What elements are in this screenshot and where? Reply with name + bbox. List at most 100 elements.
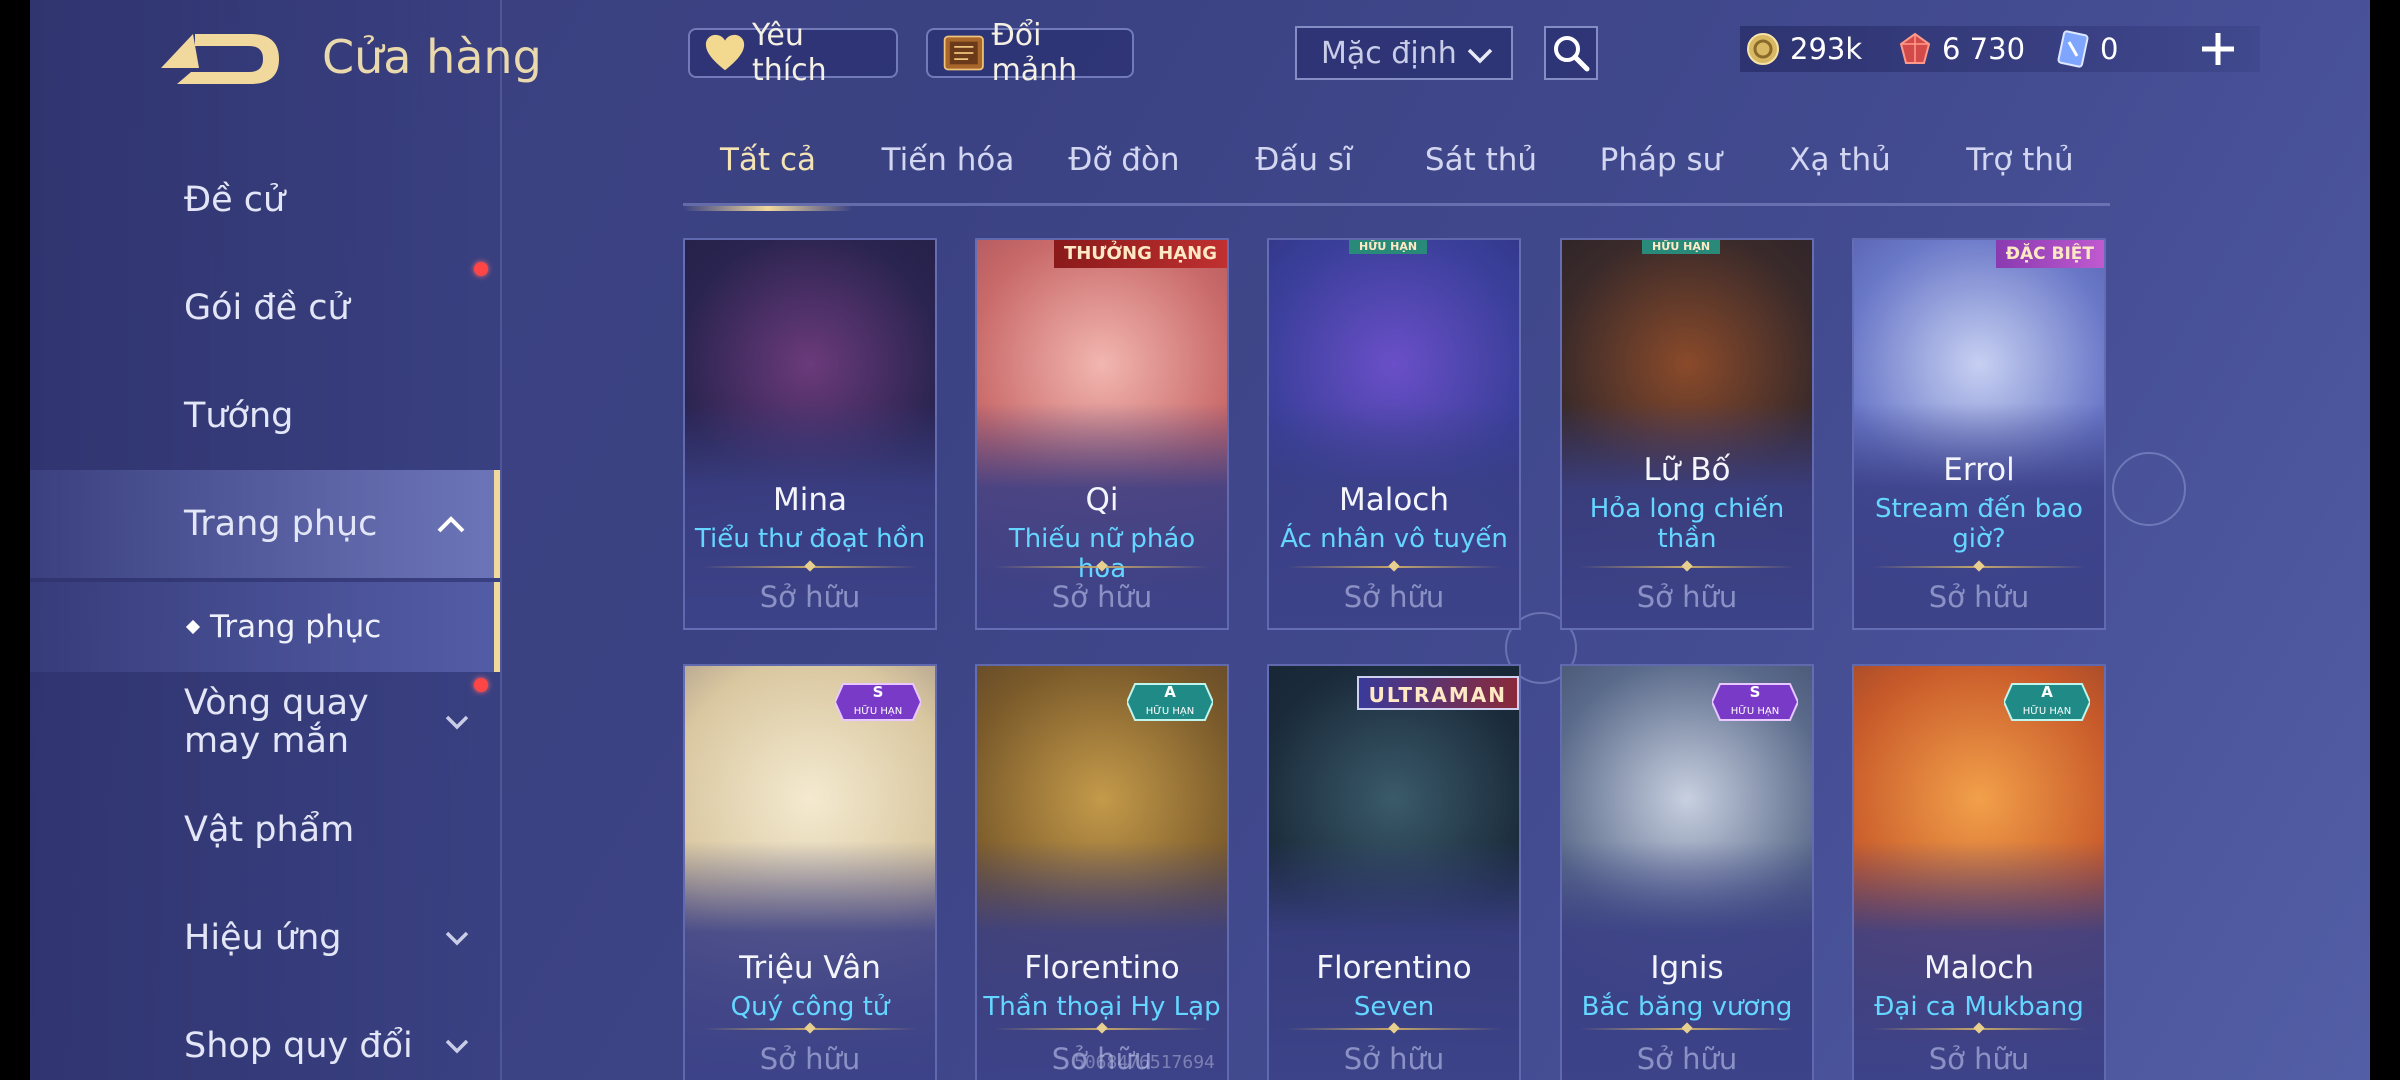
rank-badge: S HỮU HẠN <box>835 683 921 721</box>
ultraman-badge: ULTRAMAN <box>1356 676 1519 710</box>
sidebar-item-exchange-shop[interactable]: Shop quy đổi <box>30 996 500 1080</box>
sidebar-item-label: Tướng <box>184 396 294 436</box>
skin-name: Seven <box>1353 992 1435 1022</box>
limited-badge: HỮU HẠN <box>1349 240 1428 254</box>
hero-name: Lữ Bố <box>1643 452 1731 488</box>
rank-label: HỮU HẠN <box>1731 704 1779 717</box>
fragment-chest-icon <box>943 35 984 71</box>
sidebar-item-skins[interactable]: Trang phục <box>30 470 500 578</box>
ruby-value: 6 730 <box>1942 32 2026 66</box>
sort-dropdown[interactable]: Mặc định <box>1295 26 1513 80</box>
tab-label: Trợ thủ <box>1966 142 2074 178</box>
hero-name: Maloch <box>1923 950 2034 986</box>
screen-edge-right <box>2370 0 2400 1080</box>
decorative-ring <box>2112 452 2186 526</box>
tab-fighter[interactable]: Đấu sĩ <box>1219 142 1389 206</box>
owned-status: Sở hữu <box>1343 1042 1445 1076</box>
tab-active-underline <box>683 206 853 211</box>
tab-label: Tiến hóa <box>881 142 1015 178</box>
search-icon <box>1554 36 1590 72</box>
sidebar-item-featured-bundles[interactable]: Gói đề cử <box>30 258 500 358</box>
tab-label: Đấu sĩ <box>1255 142 1353 178</box>
sidebar-item-label: Hiệu ứng <box>184 918 342 958</box>
hero-name: Triệu Vân <box>739 950 881 986</box>
skin-card[interactable]: HỮU HẠN Maloch Ác nhân vô tuyến Sở hữu <box>1267 238 1521 630</box>
ruby-balance: 6 730 <box>1898 26 2025 72</box>
tab-support[interactable]: Trợ thủ <box>1935 142 2105 206</box>
skin-name: Đại ca Mukbang <box>1874 992 2084 1022</box>
sidebar-item-heroes[interactable]: Tướng <box>30 366 500 466</box>
hero-name: Florentino <box>1316 950 1472 986</box>
search-button[interactable] <box>1544 26 1598 80</box>
rank-badge: A HỮU HẠN <box>1127 683 1213 721</box>
rank-letter: S <box>873 683 884 701</box>
rank-label: HỮU HẠN <box>854 704 902 717</box>
tab-label: Đỡ đòn <box>1068 142 1180 178</box>
sidebar-subitem-skins[interactable]: Trang phục <box>30 582 500 672</box>
skin-name: Ác nhân vô tuyến <box>1280 524 1508 554</box>
exchange-fragments-button[interactable]: Đổi mảnh <box>926 18 1134 88</box>
heart-icon <box>705 34 745 71</box>
ruby-icon <box>1899 32 1931 64</box>
hero-name: Errol <box>1943 452 2015 488</box>
skin-card[interactable]: A HỮU HẠN Maloch Đại ca Mukbang Sở hữu <box>1852 664 2106 1080</box>
owned-status: Sở hữu <box>1343 580 1445 614</box>
tab-label: Pháp sư <box>1599 142 1723 178</box>
rank-badge: A HỮU HẠN <box>2004 683 2090 721</box>
rank-letter: S <box>1750 683 1761 701</box>
skin-card[interactable]: S HỮU HẠN Ignis Bắc băng vương Sở hữu <box>1560 664 1814 1080</box>
rank-label: HỮU HẠN <box>2023 704 2071 717</box>
screen-edge-left <box>0 0 30 1080</box>
sidebar-item-label: Vòng quay may mắn <box>184 683 369 761</box>
sidebar-item-featured[interactable]: Đề cử <box>30 150 500 250</box>
special-badge: ĐẶC BIỆT <box>1995 240 2104 268</box>
tab-label: Tất cả <box>720 142 816 178</box>
skin-card[interactable]: HỮU HẠN Lữ Bố Hỏa long chiến thần Sở hữu <box>1560 238 1814 630</box>
skin-card[interactable]: ULTRAMAN Florentino Seven Sở hữu <box>1267 664 1521 1080</box>
hero-name: Mina <box>772 482 847 518</box>
chevron-down-icon <box>1467 48 1493 64</box>
owned-status: Sở hữu <box>1636 1042 1738 1076</box>
owned-status: Sở hữu <box>1636 580 1738 614</box>
rank-letter: A <box>1164 683 1176 701</box>
rank-letter: A <box>2041 683 2053 701</box>
top-up-button[interactable] <box>2196 26 2240 72</box>
voucher-balance: 0 <box>2056 26 2118 72</box>
sidebar-item-label: Shop quy đổi <box>184 1026 413 1066</box>
favorites-label: Yêu thích <box>752 18 827 88</box>
tab-evolution[interactable]: Tiến hóa <box>863 142 1033 206</box>
sort-selected-value: Mặc định <box>1321 35 1457 71</box>
sidebar-item-lucky-spin[interactable]: Vòng quay may mắn <box>30 672 500 772</box>
owned-status: Sở hữu <box>1051 580 1153 614</box>
voucher-card-icon <box>2057 30 2089 68</box>
skin-name: Quý công tử <box>730 992 890 1022</box>
chevron-down-icon <box>445 1039 469 1054</box>
skin-card[interactable]: Mina Tiểu thư đoạt hồn Sở hữu <box>683 238 937 630</box>
owned-status: Sở hữu <box>1928 1042 2030 1076</box>
page-title: Cửa hàng <box>322 30 542 84</box>
sidebar-item-effects[interactable]: Hiệu ứng <box>30 888 500 988</box>
tab-tank[interactable]: Đỡ đòn <box>1039 142 1209 206</box>
back-button[interactable] <box>155 28 285 90</box>
back-arrow-icon <box>161 34 279 84</box>
tab-mage[interactable]: Pháp sư <box>1576 142 1746 206</box>
rank-badge: S HỮU HẠN <box>1712 683 1798 721</box>
notification-dot <box>474 262 488 276</box>
tab-all[interactable]: Tất cả <box>683 142 853 211</box>
chevron-up-icon <box>437 516 465 533</box>
skin-card[interactable]: S HỮU HẠN Triệu Vân Quý công tử Sở hữu <box>683 664 937 1080</box>
favorites-button[interactable]: Yêu thích <box>688 18 898 88</box>
tab-marksman[interactable]: Xạ thủ <box>1755 142 1925 206</box>
sidebar-item-items[interactable]: Vật phẩm <box>30 780 500 880</box>
hero-name: Qi <box>1085 482 1119 518</box>
sidebar-item-label: Đề cử <box>184 180 286 220</box>
owned-status: Sở hữu <box>1928 580 2030 614</box>
skin-card[interactable]: A HỮU HẠN Florentino Thần thoại Hy Lạp S… <box>975 664 1229 1080</box>
tab-assassin[interactable]: Sát thủ <box>1396 142 1566 206</box>
skin-name: Stream đến bao giờ? <box>1875 494 2083 554</box>
uid-watermark: 5068476517694 <box>1074 1052 1215 1073</box>
skin-card[interactable]: THƯỞNG HẠNG Qi Thiếu nữ pháo hoa Sở hữu <box>975 238 1229 630</box>
gold-coin-icon <box>1747 33 1779 65</box>
skin-card[interactable]: ĐẶC BIỆT Errol Stream đến bao giờ? Sở hữ… <box>1852 238 2106 630</box>
rank-label: HỮU HẠN <box>1146 704 1194 717</box>
